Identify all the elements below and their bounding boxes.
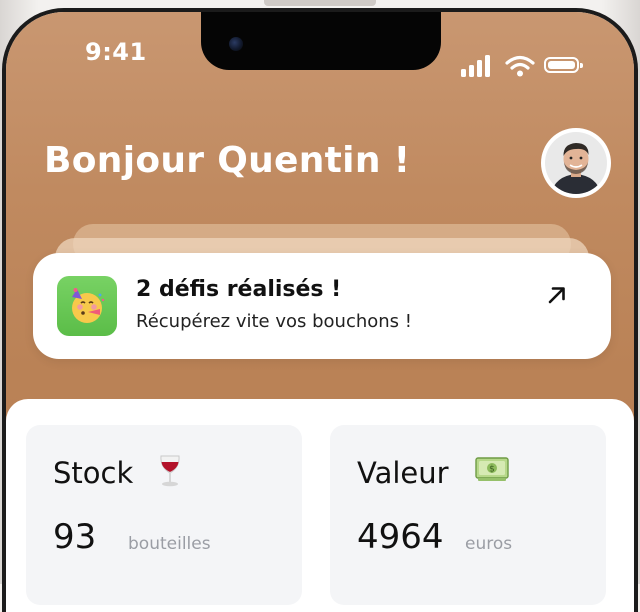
valeur-unit: euros [465, 534, 513, 554]
avatar-photo [545, 132, 607, 194]
valeur-value: 4964 [357, 517, 444, 557]
greeting-title: Bonjour Quentin ! [44, 140, 411, 181]
signal-icon [461, 53, 497, 77]
notification-app-icon [57, 276, 117, 336]
valeur-label: Valeur [357, 456, 449, 490]
user-avatar[interactable] [541, 128, 611, 198]
stock-card[interactable]: Stock 93 bouteilles [26, 425, 302, 605]
battery-icon [544, 57, 583, 73]
stats-panel: Stock 93 bouteilles Valeur $ 4964 euros [6, 399, 634, 612]
valeur-card[interactable]: Valeur $ 4964 euros [330, 425, 606, 605]
device-top-button [264, 0, 376, 6]
svg-text:$: $ [489, 465, 495, 475]
front-camera [229, 37, 243, 51]
arrow-up-right-icon[interactable] [545, 283, 569, 307]
wine-glass-icon [160, 455, 180, 487]
app-screen: 9:41 Bonjour Quentin ! 2 défis réalisés … [6, 12, 634, 612]
stock-unit: bouteilles [128, 534, 211, 554]
money-bill-icon: $ [475, 457, 509, 481]
party-face-icon [72, 288, 105, 323]
stock-label: Stock [53, 456, 134, 490]
wifi-icon [505, 55, 535, 77]
notification-subtitle: Récupérez vite vos bouchons ! [136, 311, 412, 332]
stock-value: 93 [53, 517, 97, 557]
status-time: 9:41 [85, 38, 147, 66]
notification-title: 2 défis réalisés ! [136, 277, 342, 302]
challenge-notification-card[interactable]: 2 défis réalisés ! Récupérez vite vos bo… [33, 253, 611, 359]
